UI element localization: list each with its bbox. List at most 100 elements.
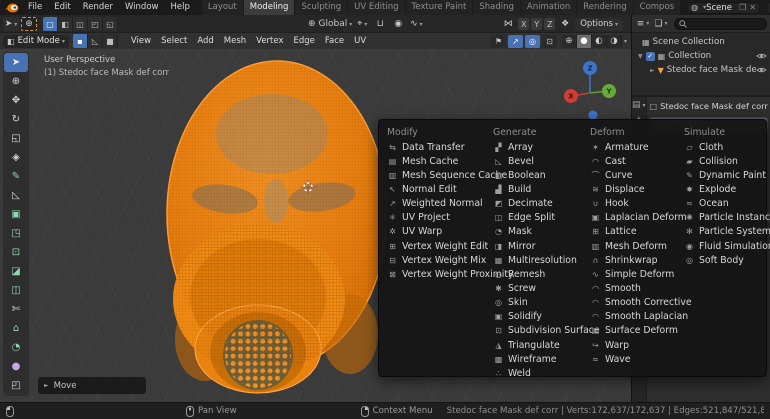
menu-item[interactable]: ⊟Vertex Weight Mix	[387, 253, 493, 267]
menu-item[interactable]: ↗Weighted Normal	[387, 197, 493, 211]
menu-item[interactable]: ◎Soft Body	[684, 253, 764, 267]
mesh-select-mode-button[interactable]: ■	[103, 34, 118, 48]
menu-item[interactable]: ↪Warp	[590, 338, 684, 352]
menu-item[interactable]: ◠Smooth Corrective	[590, 296, 684, 310]
select-mode-button[interactable]: ◱	[103, 17, 118, 31]
menu-item[interactable]: ✳UV Project	[387, 211, 493, 225]
viewport-menu-item[interactable]: Face	[320, 33, 349, 49]
cursor-tool-button[interactable]: ⊕	[21, 17, 37, 31]
tool-button[interactable]: ◔	[4, 338, 28, 357]
scene-selector[interactable]: ◍▾ Scene ❐ ✕	[687, 2, 760, 14]
tool-button[interactable]: ◫	[4, 281, 28, 300]
menu-item[interactable]: ▟Build	[493, 182, 590, 196]
snap-toggle[interactable]: ⊔	[372, 17, 388, 31]
viewport-menu-item[interactable]: Edge	[289, 33, 320, 49]
options-dropdown[interactable]: Options▾	[575, 18, 623, 31]
workspace-tab[interactable]: Sculpting	[295, 0, 348, 15]
menu-item[interactable]: ▣Laplacian Deform	[590, 211, 684, 225]
menu-item[interactable]: ▩Wireframe	[493, 352, 590, 366]
visibility-eye-icon[interactable]	[756, 52, 767, 60]
close-icon[interactable]: ✕	[749, 3, 756, 12]
menu-item[interactable]: ▣Solidify	[493, 310, 590, 324]
menu-item[interactable]: ⇆Data Transfer	[387, 140, 493, 154]
menu-item[interactable]: ◩Decimate	[493, 197, 590, 211]
menu-item[interactable]: ◧Boolean	[493, 168, 590, 182]
shading-mode-button[interactable]: ●	[577, 35, 592, 48]
tool-button[interactable]: ⌂	[4, 319, 28, 338]
menu-item[interactable]: ▞Array	[493, 140, 590, 154]
menu-item[interactable]: ⌒Curve	[590, 168, 684, 182]
operator-panel-move[interactable]: ► Move	[38, 377, 146, 394]
viewport-toggle-button[interactable]: ⚑	[491, 35, 506, 48]
menu-item[interactable]: ▤Mesh Cache	[387, 154, 493, 168]
outliner-filter-dropdown[interactable]: ≡▾	[635, 17, 651, 31]
menu-item[interactable]: ▱Cloth	[684, 140, 764, 154]
viewport-menu-item[interactable]: Add	[192, 33, 218, 49]
viewport-menu-item[interactable]: Vertex	[251, 33, 288, 49]
menu-item[interactable]: ◉Fluid Simulation	[684, 239, 764, 253]
outliner-display-mode-dropdown[interactable]: ❏▾	[653, 17, 669, 31]
tweak-options-icon[interactable]: ❖	[557, 17, 573, 31]
menu-item[interactable]: ◮Triangulate	[493, 338, 590, 352]
menu-bar-item[interactable]: Help	[164, 0, 195, 15]
menu-item[interactable]: ✶Armature	[590, 140, 684, 154]
outliner-row-collection[interactable]: ▼ ✓ ▦ Collection	[632, 49, 770, 63]
tool-button[interactable]: ◺	[4, 186, 28, 205]
menu-item[interactable]: ✲UV Warp	[387, 225, 493, 239]
menu-item[interactable]: ◠Smooth Laplacian	[590, 310, 684, 324]
menu-item[interactable]: ▥Mesh Sequence Cache	[387, 168, 493, 182]
menu-bar-item[interactable]: File	[22, 0, 48, 15]
disclosure-icon[interactable]: ►	[650, 67, 655, 74]
menu-item[interactable]: ▰Collision	[684, 154, 764, 168]
viewport-menu-item[interactable]: Select	[156, 33, 192, 49]
menu-item[interactable]: ✺Particle Instance	[684, 211, 764, 225]
tool-button[interactable]: ✥	[4, 91, 28, 110]
tool-button[interactable]: ▣	[4, 205, 28, 224]
active-tool-dropdown[interactable]: ➤▾	[3, 17, 19, 31]
menu-item[interactable]: ▤Surface Deform	[590, 324, 684, 338]
viewport-toggle-button[interactable]: ↗	[508, 35, 523, 48]
viewport-menu-item[interactable]: Mesh	[219, 33, 251, 49]
mirror-axis-toggle[interactable]: X	[518, 18, 529, 30]
workspace-tab[interactable]: Texture Paint	[406, 0, 474, 15]
menu-item[interactable]: ⊞Vertex Weight Edit	[387, 239, 493, 253]
tool-button[interactable]: ●	[4, 357, 28, 376]
visibility-eye-icon[interactable]	[756, 66, 767, 74]
tool-button[interactable]: ◰	[4, 376, 28, 395]
menu-item[interactable]: ◠Cast	[590, 154, 684, 168]
menu-item[interactable]: ≋Displace	[590, 182, 684, 196]
menu-item[interactable]: ∩Shrinkwrap	[590, 253, 684, 267]
shading-mode-button[interactable]: ◐	[592, 35, 607, 48]
transform-orientation-dropdown[interactable]: ⊕ Global▾	[308, 17, 352, 31]
workspace-tab[interactable]: Layout	[202, 0, 244, 15]
menu-item[interactable]: ⊞Lattice	[590, 225, 684, 239]
workspace-tab[interactable]: Rendering	[577, 0, 633, 15]
tool-button[interactable]: ↻	[4, 110, 28, 129]
editor-type-icon[interactable]: ▤▾	[632, 100, 646, 116]
tool-button[interactable]: ⊕	[4, 72, 28, 91]
tool-button[interactable]: ➤	[4, 53, 28, 72]
mesh-select-mode-button[interactable]: ▪	[73, 34, 88, 48]
tool-button[interactable]: ◪	[4, 262, 28, 281]
menu-item[interactable]: ⊠Vertex Weight Proximity	[387, 267, 493, 281]
outliner-search[interactable]	[674, 18, 767, 30]
menu-item[interactable]: ∪Hook	[590, 197, 684, 211]
menu-item[interactable]: ▥Mesh Deform	[590, 239, 684, 253]
workspace-tab[interactable]: UV Editing	[348, 0, 405, 15]
search-input[interactable]	[687, 19, 762, 28]
tool-button[interactable]: ◈	[4, 148, 28, 167]
select-mode-button[interactable]: ▢	[43, 17, 58, 31]
menu-bar-item[interactable]: Window	[119, 0, 165, 15]
tool-button[interactable]: ◱	[4, 129, 28, 148]
outliner-row-scene-collection[interactable]: ▦ Scene Collection	[632, 35, 770, 49]
mirror-axis-toggle[interactable]: Z	[544, 18, 555, 30]
mirror-axis-toggle[interactable]: Y	[531, 18, 542, 30]
menu-item[interactable]: ∿Simple Deform	[590, 267, 684, 281]
proportional-editing-toggle[interactable]: ◉	[390, 17, 406, 31]
tool-button[interactable]: ✎	[4, 167, 28, 186]
tool-button[interactable]: ⊡	[4, 243, 28, 262]
outliner-row-object[interactable]: ► ▼ Stedoc face Mask de	[632, 63, 770, 77]
menu-item[interactable]: ◎Skin	[493, 296, 590, 310]
viewport-toggle-button[interactable]: ⊡	[542, 35, 557, 48]
menu-bar-item[interactable]: Edit	[48, 0, 76, 15]
